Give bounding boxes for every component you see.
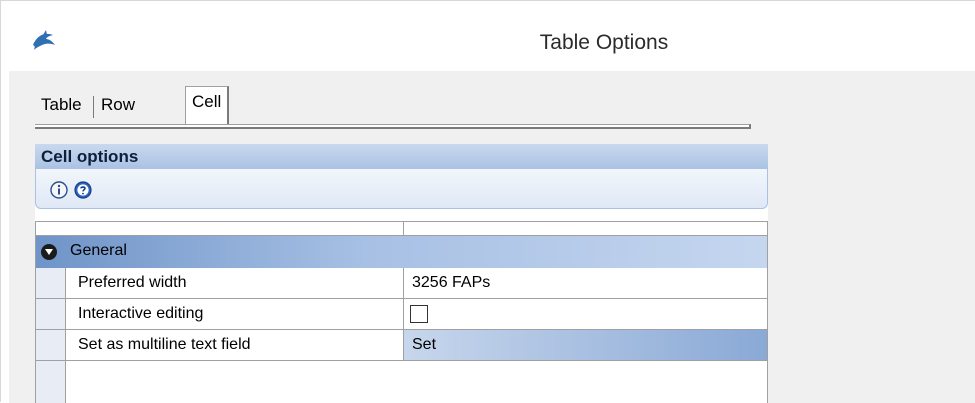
tab-panel-edge <box>35 124 751 129</box>
info-icon[interactable] <box>50 181 68 199</box>
preferred-width-value[interactable]: 3256 FAPs <box>404 268 767 298</box>
row-gutter <box>36 361 66 403</box>
panel-toolbar <box>35 169 768 209</box>
help-icon[interactable] <box>74 181 92 199</box>
panel-header: Cell options <box>35 144 768 169</box>
tab-table[interactable]: Table <box>35 90 88 120</box>
property-name: Preferred width <box>78 274 187 291</box>
property-name: Interactive editing <box>78 305 204 322</box>
table-options-window: Table Options Table Row Cell Cell option… <box>0 0 975 403</box>
category-general[interactable]: General <box>36 236 767 268</box>
property-name: Set as multiline text field <box>78 336 251 353</box>
property-row-interactive-editing[interactable]: Interactive editing <box>36 299 767 330</box>
window-title: Table Options <box>539 31 669 54</box>
category-label: General <box>70 242 127 259</box>
property-row-preferred-width[interactable]: Preferred width 3256 FAPs <box>36 268 767 299</box>
row-gutter <box>36 330 66 360</box>
property-row-multiline[interactable]: Set as multiline text field Set <box>36 330 767 361</box>
tab-divider <box>93 96 94 118</box>
property-grid: General Preferred width 3256 FAPs Intera… <box>35 221 768 403</box>
collapse-icon[interactable] <box>41 244 57 260</box>
multiline-value[interactable]: Set <box>404 330 767 360</box>
tab-row[interactable]: Row <box>95 90 141 120</box>
grid-empty-area <box>36 361 767 403</box>
interactive-editing-checkbox[interactable] <box>410 305 428 323</box>
grid-column-header <box>36 221 767 236</box>
cell-options-panel: Cell options General Preferred width 325… <box>35 144 768 403</box>
column-divider <box>403 222 404 236</box>
row-gutter <box>36 268 66 298</box>
tab-cell[interactable]: Cell <box>185 86 230 124</box>
row-gutter <box>36 299 66 329</box>
interactive-editing-value <box>404 299 767 329</box>
